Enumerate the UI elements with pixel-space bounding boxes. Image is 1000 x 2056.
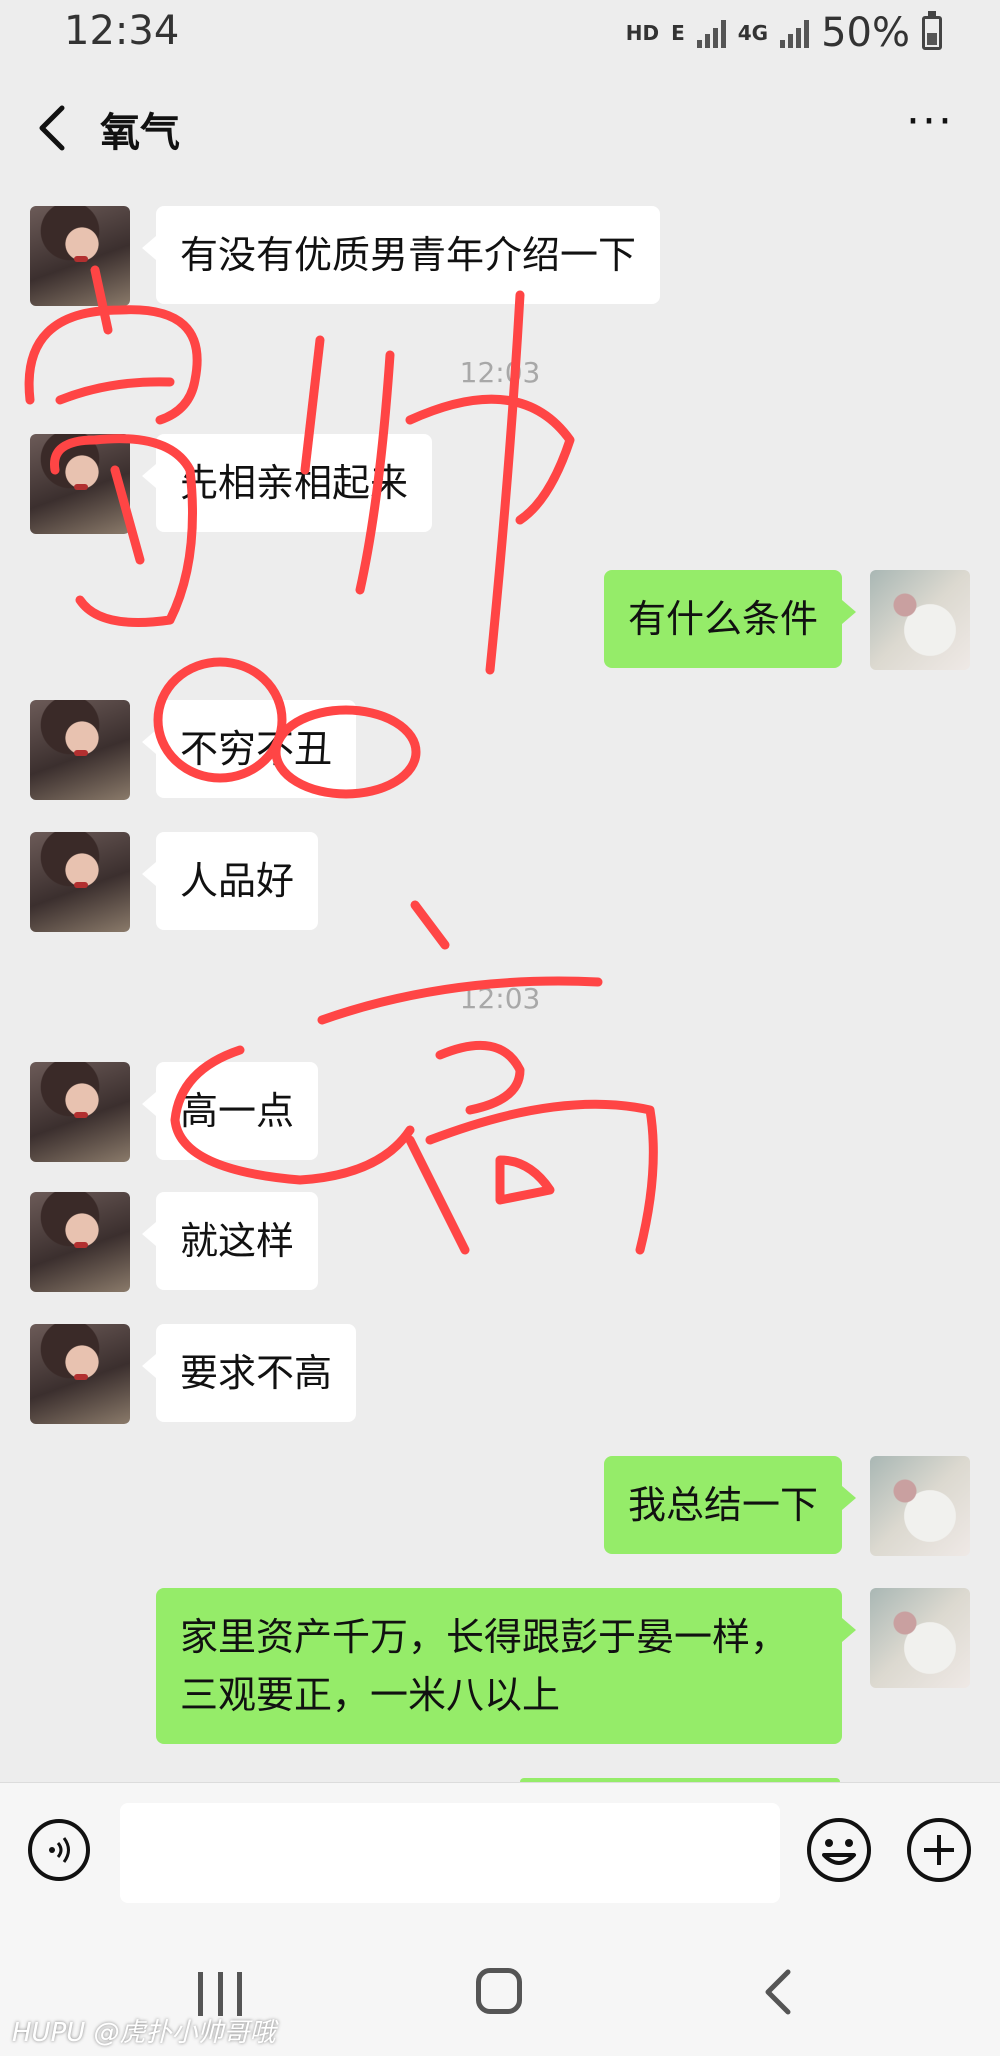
watermark: HUPU @虎扑小帅哥哦 [12, 2018, 276, 2048]
status-time: 12:34 [64, 8, 180, 54]
plus-icon [907, 1818, 971, 1882]
battery-percent: 50% [821, 10, 910, 56]
emoji-icon [807, 1818, 871, 1882]
self-avatar[interactable] [870, 1588, 970, 1688]
message-bubble-received[interactable]: 就这样 [141, 1192, 319, 1290]
status-indicators: HD E 4G 50% [626, 10, 942, 56]
contact-avatar[interactable] [30, 700, 130, 800]
back-icon [765, 1969, 791, 2015]
signal-icon [696, 18, 726, 48]
recents-button[interactable] [198, 1972, 242, 2016]
network-4g-label: 4G [737, 21, 769, 45]
chevron-left-icon [39, 105, 65, 151]
more-options-button[interactable]: ··· [900, 100, 960, 152]
contact-avatar[interactable] [30, 434, 130, 534]
self-avatar[interactable] [870, 570, 970, 670]
message-timestamp: 12:03 [459, 982, 541, 1015]
message-bubble-received[interactable]: 要求不高 [141, 1324, 357, 1422]
network-e-label: E [671, 21, 685, 45]
network-hd-label: HD [625, 21, 660, 45]
message-bubble-received[interactable]: 不穷不丑 [141, 700, 357, 798]
contact-avatar[interactable] [30, 1062, 130, 1162]
battery-icon [922, 11, 942, 50]
status-bar: 12:34 HD E 4G 50% [0, 0, 1000, 68]
message-timestamp: 12:03 [459, 356, 541, 389]
message-bubble-received[interactable]: 先相亲相起来 [141, 434, 433, 532]
contact-avatar[interactable] [30, 206, 130, 306]
voice-icon [49, 1837, 70, 1863]
chat-header: 氧气 ··· [0, 80, 1000, 176]
message-list[interactable]: 有没有优质男青年介绍一下 12:03 先相亲相起来 有什么条件 不穷不丑 人品好… [0, 180, 1000, 1784]
message-bubble-received[interactable]: 人品好 [141, 832, 319, 930]
home-button[interactable] [476, 1968, 522, 2014]
add-button[interactable] [906, 1817, 972, 1883]
emoji-button[interactable] [806, 1817, 872, 1883]
signal-icon [780, 18, 810, 48]
message-bubble-sent[interactable]: 有什么条件 [603, 570, 857, 668]
voice-button[interactable] [28, 1819, 90, 1881]
message-input-bar [0, 1782, 1000, 1913]
self-avatar[interactable] [870, 1456, 970, 1556]
message-bubble-sent[interactable]: 家里资产千万，长得跟彭于晏一样， 三观要正，一米八以上 [156, 1588, 856, 1744]
message-bubble-received[interactable]: 高一点 [141, 1062, 319, 1160]
contact-avatar[interactable] [30, 1192, 130, 1292]
contact-avatar[interactable] [30, 1324, 130, 1424]
battery-level [927, 33, 937, 45]
contact-avatar[interactable] [30, 832, 130, 932]
message-bubble-received[interactable]: 有没有优质男青年介绍一下 [141, 206, 661, 304]
system-back-button[interactable] [758, 1966, 798, 2018]
message-input[interactable] [120, 1803, 780, 1903]
chat-title: 氧气 [100, 110, 180, 156]
back-button[interactable] [30, 102, 78, 154]
message-bubble-sent[interactable]: 我总结一下 [603, 1456, 857, 1554]
